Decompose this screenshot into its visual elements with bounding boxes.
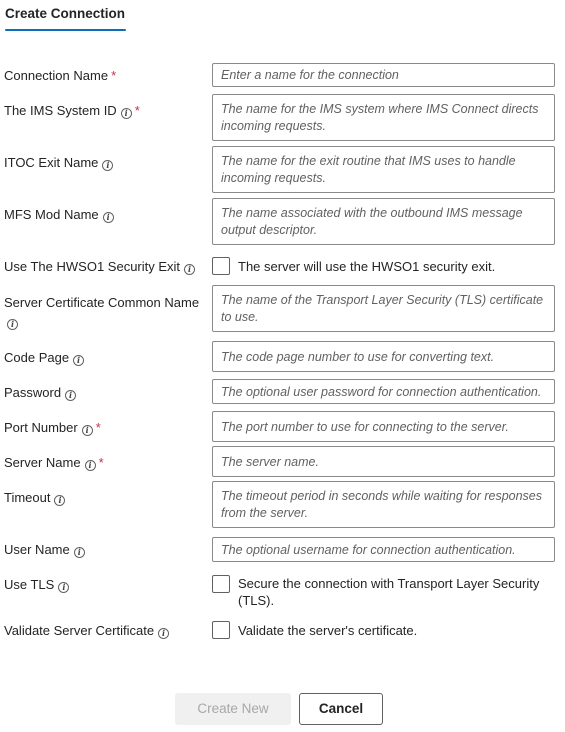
info-icon[interactable]: i [102,212,114,223]
info-icon[interactable]: i [84,460,96,471]
connection-name-input[interactable]: Enter a name for the connection [212,63,555,87]
tab-create-connection[interactable]: Create Connection [5,6,125,21]
required-marker: * [111,68,117,83]
info-icon[interactable]: i [73,355,85,366]
info-icon[interactable]: i [81,425,93,436]
user-name-input[interactable]: The optional username for connection aut… [212,537,555,562]
hwso1-security-exit-label: Use The HWSO1 Security Exit i [4,258,204,276]
hwso1-security-exit-checkbox[interactable] [212,257,230,275]
timeout-input[interactable]: The timeout period in seconds while wait… [212,481,555,528]
connection-name-label: Connection Name * [4,68,117,83]
hwso1-security-exit-text: The server will use the HWSO1 security e… [238,259,496,274]
use-tls-label: Use TLS i [4,576,204,594]
server-name-input[interactable]: The server name. [212,446,555,477]
info-icon[interactable]: i [102,160,114,171]
use-tls-checkbox[interactable] [212,575,230,593]
mfs-mod-name-input[interactable]: The name associated with the outbound IM… [212,198,555,245]
info-icon[interactable]: i [158,628,170,639]
port-number-label: Port Number i * [4,420,101,436]
ims-system-id-input[interactable]: The name for the IMS system where IMS Co… [212,94,555,141]
info-icon[interactable]: i [54,495,66,506]
required-marker: * [134,103,140,118]
itoc-exit-name-input[interactable]: The name for the exit routine that IMS u… [212,146,555,193]
port-number-input[interactable]: The port number to use for connecting to… [212,411,555,442]
info-icon[interactable]: i [58,582,70,593]
info-icon[interactable]: i [184,264,196,275]
info-icon[interactable]: i [65,390,77,401]
timeout-label: Timeout i [4,489,204,507]
mfs-mod-name-label: MFS Mod Name i [4,206,204,224]
code-page-input[interactable]: The code page number to use for converti… [212,341,555,372]
create-new-button[interactable]: Create New [175,693,291,725]
info-icon[interactable]: i [73,547,85,558]
ims-system-id-label: The IMS System ID i * [4,103,140,119]
validate-server-cert-label: Validate Server Certificate i [4,622,204,640]
info-icon[interactable]: i [120,108,132,119]
server-cert-common-name-input[interactable]: The name of the Transport Layer Security… [212,285,555,332]
itoc-exit-name-label: ITOC Exit Name i [4,154,204,172]
password-input[interactable]: The optional user password for connectio… [212,379,555,404]
validate-server-cert-text: Validate the server's certificate. [238,623,418,638]
use-tls-text: Secure the connection with Transport Lay… [238,576,540,608]
info-icon[interactable]: i [7,319,18,330]
server-cert-common-name-label: Server Certificate Common Name i [4,295,200,330]
tab-active-indicator [5,29,126,31]
user-name-label: User Name i [4,541,204,559]
code-page-label: Code Page i [4,349,204,367]
cancel-button[interactable]: Cancel [299,693,383,725]
password-label: Password i [4,384,204,402]
required-marker: * [95,420,101,435]
required-marker: * [98,455,104,470]
validate-server-cert-checkbox[interactable] [212,621,230,639]
server-name-label: Server Name i * [4,455,104,471]
